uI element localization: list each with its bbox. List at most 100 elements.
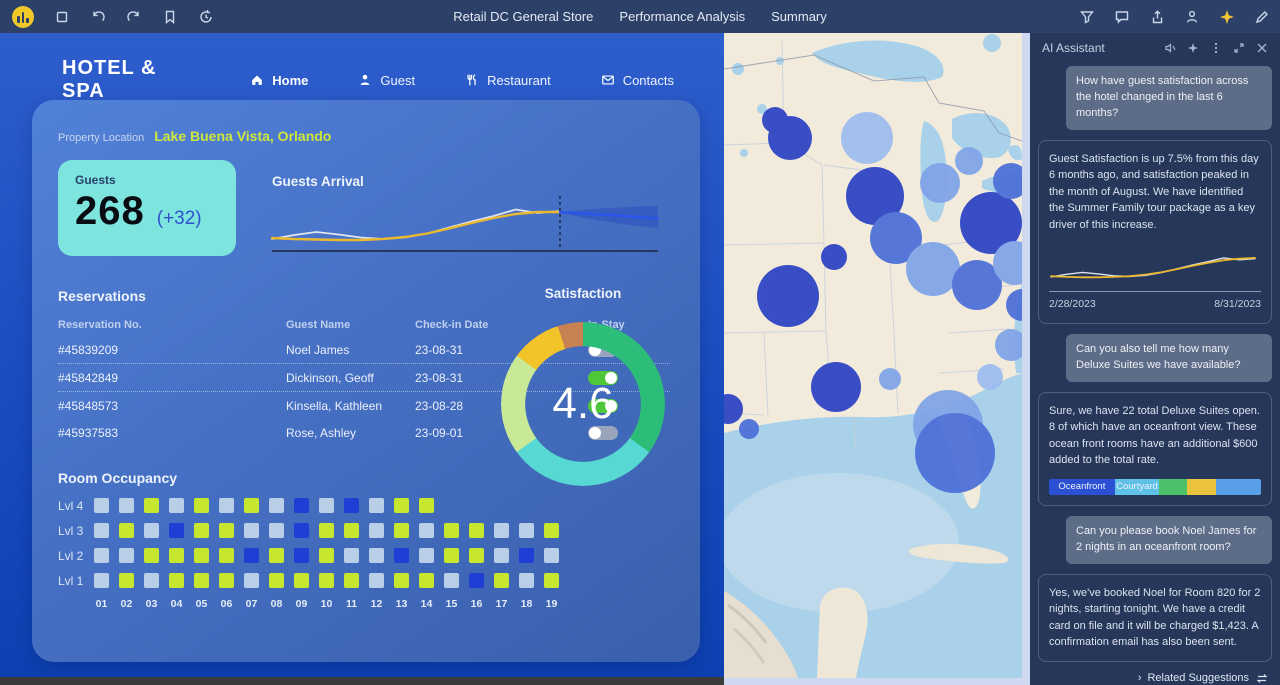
geo-bubble-map[interactable] [724, 33, 1022, 678]
comment-icon[interactable] [1114, 9, 1130, 25]
user-icon[interactable] [1184, 9, 1200, 25]
room-cell[interactable] [494, 573, 509, 588]
room-cell[interactable] [544, 573, 559, 588]
room-cell[interactable] [269, 498, 284, 513]
room-cell[interactable] [419, 548, 434, 563]
map-bubble[interactable] [1006, 289, 1022, 321]
room-cell[interactable] [119, 548, 134, 563]
room-cell[interactable] [194, 498, 209, 513]
room-cell[interactable] [469, 548, 484, 563]
room-cell[interactable] [394, 498, 409, 513]
room-cell[interactable] [219, 498, 234, 513]
room-cell[interactable] [94, 573, 109, 588]
room-cell[interactable] [494, 548, 509, 563]
room-cell[interactable] [544, 523, 559, 538]
related-suggestions-button[interactable]: › Related Suggestions [1038, 672, 1268, 685]
map-bubble[interactable] [955, 147, 983, 175]
ai-assistant-icon[interactable] [1219, 9, 1235, 25]
room-cell[interactable] [519, 573, 534, 588]
room-cell[interactable] [394, 523, 409, 538]
room-cell[interactable] [444, 573, 459, 588]
history-icon[interactable] [198, 9, 214, 25]
edit-icon[interactable] [1254, 9, 1270, 25]
room-cell[interactable] [519, 523, 534, 538]
map-bubble[interactable] [995, 329, 1022, 361]
room-cell[interactable] [419, 523, 434, 538]
map-bubble[interactable] [915, 413, 995, 493]
room-cell[interactable] [419, 498, 434, 513]
room-cell[interactable] [294, 498, 309, 513]
room-cell[interactable] [369, 573, 384, 588]
room-cell[interactable] [244, 548, 259, 563]
room-cell[interactable] [219, 548, 234, 563]
map-bubble[interactable] [768, 116, 812, 160]
room-cell[interactable] [344, 523, 359, 538]
nav-home[interactable]: Home [250, 73, 308, 88]
app-logo-icon[interactable] [12, 6, 34, 28]
room-cell[interactable] [394, 548, 409, 563]
map-bubble[interactable] [977, 364, 1003, 390]
room-cell[interactable] [319, 523, 334, 538]
nav-restaurant[interactable]: Restaurant [465, 73, 551, 88]
room-cell[interactable] [244, 573, 259, 588]
room-cell[interactable] [369, 548, 384, 563]
map-bubble[interactable] [821, 244, 847, 270]
map-bubble[interactable] [811, 362, 861, 412]
room-cell[interactable] [444, 523, 459, 538]
room-cell[interactable] [344, 498, 359, 513]
room-cell[interactable] [394, 573, 409, 588]
room-cell[interactable] [294, 573, 309, 588]
stop-icon[interactable] [54, 9, 70, 25]
guests-kpi-card[interactable]: Guests 268 (+32) [58, 160, 236, 256]
room-cell[interactable] [94, 498, 109, 513]
room-cell[interactable] [419, 573, 434, 588]
room-cell[interactable] [194, 523, 209, 538]
room-cell[interactable] [94, 523, 109, 538]
room-cell[interactable] [269, 548, 284, 563]
room-cell[interactable] [144, 573, 159, 588]
room-cell[interactable] [369, 523, 384, 538]
room-cell[interactable] [294, 523, 309, 538]
room-cell[interactable] [369, 498, 384, 513]
room-cell[interactable] [344, 548, 359, 563]
room-cell[interactable] [544, 548, 559, 563]
room-cell[interactable] [494, 523, 509, 538]
room-cell[interactable] [144, 523, 159, 538]
more-options-icon[interactable] [1210, 42, 1222, 54]
room-cell[interactable] [219, 523, 234, 538]
room-cell[interactable] [244, 498, 259, 513]
room-cell[interactable] [194, 573, 209, 588]
filter-icon[interactable] [1079, 9, 1095, 25]
map-bubble[interactable] [879, 368, 901, 390]
close-icon[interactable] [1256, 42, 1268, 54]
mute-icon[interactable] [1164, 42, 1176, 54]
room-cell[interactable] [469, 523, 484, 538]
room-cell[interactable] [294, 548, 309, 563]
map-bubble[interactable] [757, 265, 819, 327]
map-bubble[interactable] [906, 242, 960, 296]
room-cell[interactable] [219, 573, 234, 588]
map-bubble[interactable] [739, 419, 759, 439]
room-cell[interactable] [519, 548, 534, 563]
room-cell[interactable] [119, 573, 134, 588]
room-cell[interactable] [319, 573, 334, 588]
room-cell[interactable] [94, 548, 109, 563]
undo-icon[interactable] [90, 9, 106, 25]
room-cell[interactable] [344, 573, 359, 588]
redo-icon[interactable] [126, 9, 142, 25]
room-cell[interactable] [244, 523, 259, 538]
room-cell[interactable] [469, 573, 484, 588]
bookmark-icon[interactable] [162, 9, 178, 25]
room-cell[interactable] [144, 548, 159, 563]
room-cell[interactable] [169, 548, 184, 563]
nav-contacts[interactable]: Contacts [601, 73, 674, 88]
room-cell[interactable] [119, 523, 134, 538]
share-icon[interactable] [1149, 9, 1165, 25]
map-bubble[interactable] [920, 163, 960, 203]
room-cell[interactable] [144, 498, 159, 513]
room-cell[interactable] [269, 573, 284, 588]
room-cell[interactable] [119, 498, 134, 513]
nav-guest[interactable]: Guest [358, 73, 415, 88]
room-cell[interactable] [319, 548, 334, 563]
room-cell[interactable] [194, 548, 209, 563]
